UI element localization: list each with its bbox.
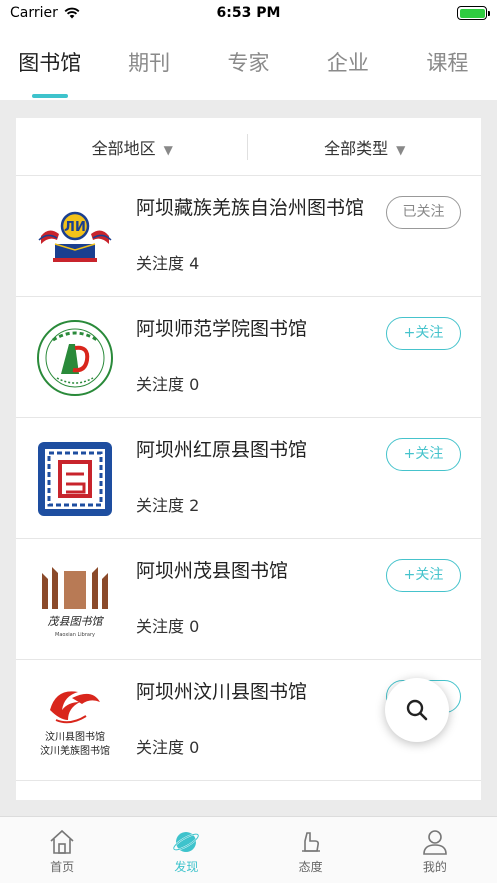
user-icon: [423, 830, 447, 855]
aba-prefecture-library-logo: ЛИ: [34, 196, 116, 278]
library-name: 阿坝师范学院图书馆: [136, 318, 308, 340]
nav-home[interactable]: 首页: [0, 817, 124, 883]
follow-button[interactable]: +关注: [386, 438, 461, 471]
filter-bar: 全部地区 ▼ 全部类型 ▼: [16, 118, 481, 176]
nav-attitude[interactable]: 态度: [249, 817, 373, 883]
dropdown-triangle-icon: ▼: [396, 142, 406, 157]
follow-button[interactable]: +关注: [386, 559, 461, 592]
filter-divider: [247, 134, 248, 160]
list-item[interactable]: 阿坝师范学院图书馆 关注度 0 +关注: [16, 297, 481, 418]
list-item[interactable]: ЛИ 阿坝藏族羌族自治州图书馆 关注度 4 已关注: [16, 176, 481, 297]
attention-count: 关注度 0: [136, 617, 200, 636]
wenchuan-logo-text-1: 汶川县图书馆: [45, 730, 105, 743]
nav-discover[interactable]: 发现: [124, 817, 248, 883]
svg-text:ЛИ: ЛИ: [64, 220, 86, 235]
list-item[interactable]: 茂县图书馆 Maoxian Library 阿坝州茂县图书馆 关注度 0 +关注: [16, 539, 481, 660]
dropdown-triangle-icon: ▼: [163, 142, 173, 157]
attention-count: 关注度 4: [136, 254, 200, 273]
attitude-icon: [301, 832, 320, 852]
tab-course[interactable]: 课程: [398, 26, 497, 100]
follow-button[interactable]: +关注: [386, 317, 461, 350]
library-name: 阿坝州红原县图书馆: [136, 439, 308, 461]
type-filter[interactable]: 全部类型 ▼: [249, 135, 482, 159]
type-filter-label: 全部类型: [324, 138, 389, 158]
maoxian-library-logo: 茂县图书馆 Maoxian Library: [34, 559, 116, 641]
library-name: 阿坝州汶川县图书馆: [136, 681, 308, 703]
nav-mine-label: 我的: [422, 860, 447, 874]
nav-discover-label: 发现: [174, 860, 199, 874]
library-name: 阿坝州茂县图书馆: [136, 560, 289, 582]
search-icon: [406, 699, 428, 721]
attention-count: 关注度 2: [136, 496, 200, 515]
nav-home-label: 首页: [50, 860, 75, 874]
status-bar: Carrier 6:53 PM: [0, 0, 497, 26]
hongyuan-county-library-logo: [34, 438, 116, 520]
category-tabs: 图书馆 期刊 专家 企业 课程: [0, 26, 497, 100]
tab-library[interactable]: 图书馆: [0, 26, 99, 100]
tab-journal[interactable]: 期刊: [99, 26, 198, 100]
battery-icon: [457, 6, 490, 20]
maoxian-logo-en: Maoxian Library: [55, 632, 95, 638]
followed-button[interactable]: 已关注: [386, 196, 461, 229]
bottom-nav: 首页 发现 态度 我的: [0, 816, 497, 883]
search-button[interactable]: [385, 678, 449, 742]
wenchuan-county-library-logo: 汶川县图书馆 汶川羌族图书馆: [34, 680, 116, 762]
nav-attitude-label: 态度: [298, 860, 323, 874]
planet-icon: [173, 832, 200, 852]
list-item[interactable]: 阿坝州红原县图书馆 关注度 2 +关注: [16, 418, 481, 539]
nav-mine[interactable]: 我的: [373, 817, 497, 883]
aba-teachers-college-library-logo: [34, 317, 116, 399]
tab-enterprise[interactable]: 企业: [298, 26, 397, 100]
tab-expert[interactable]: 专家: [199, 26, 298, 100]
maoxian-logo-text: 茂县图书馆: [48, 615, 105, 628]
attention-count: 关注度 0: [136, 375, 200, 394]
attention-count: 关注度 0: [136, 738, 200, 757]
library-name: 阿坝藏族羌族自治州图书馆: [136, 197, 365, 219]
home-icon: [50, 829, 74, 854]
region-filter[interactable]: 全部地区 ▼: [16, 135, 249, 159]
region-filter-label: 全部地区: [91, 138, 156, 158]
wifi-icon: [64, 7, 80, 19]
carrier-label: Carrier: [10, 5, 58, 21]
wenchuan-logo-text-2: 汶川羌族图书馆: [40, 744, 110, 757]
